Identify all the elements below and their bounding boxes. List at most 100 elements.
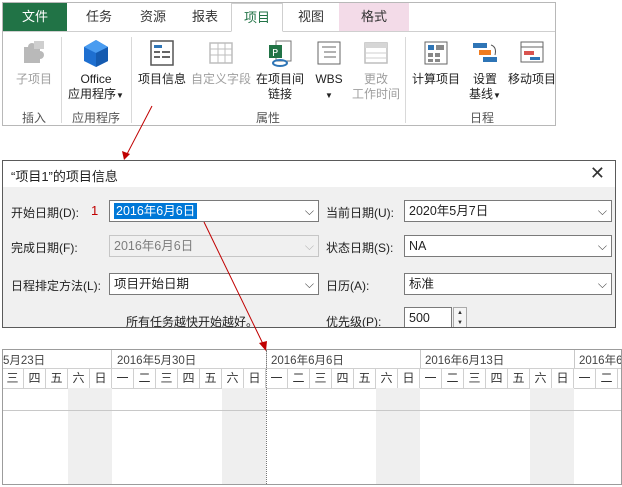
week-label: 2016年6月6日 bbox=[271, 355, 344, 367]
tab-format[interactable]: 格式 bbox=[339, 3, 409, 31]
chevron-down-icon[interactable]: ⌵ bbox=[598, 236, 607, 256]
day-cell: 四 bbox=[332, 368, 354, 388]
dialog-body: 开始日期(D): 1 2016年6月6日 ⌵ 完成日期(F): 2016年6月6… bbox=[3, 187, 615, 328]
group-divider bbox=[405, 37, 406, 123]
day-cell: 一 bbox=[420, 368, 442, 388]
weekend-column bbox=[244, 388, 266, 484]
week-label: 2016年6 bbox=[579, 355, 622, 367]
day-cell: 日 bbox=[552, 368, 574, 388]
calculator-icon bbox=[424, 41, 448, 65]
day-cell: 二 bbox=[442, 368, 464, 388]
day-cell: 二 bbox=[596, 368, 618, 388]
finish-date-field[interactable]: 2016年6月6日 ⌵ bbox=[109, 235, 319, 257]
week-label: 5月23日 bbox=[3, 355, 46, 367]
day-cell: 日 bbox=[244, 368, 266, 388]
day-cell: 六 bbox=[68, 368, 90, 388]
dialog-title: “项目1”的项目信息 bbox=[11, 169, 118, 184]
timescale-week-tier: 5月23日 2016年5月30日 2016年6月6日 2016年6月13日 20… bbox=[3, 350, 621, 369]
group-divider bbox=[131, 37, 132, 123]
day-cell: 四 bbox=[486, 368, 508, 388]
day-cell: 一 bbox=[574, 368, 596, 388]
tab-file[interactable]: 文件 bbox=[3, 3, 67, 31]
ribbon-tab-bar: 文件 任务 资源 报表 项目 视图 格式 bbox=[3, 3, 555, 32]
day-cell: 三 bbox=[156, 368, 178, 388]
wbs-icon bbox=[317, 41, 341, 65]
current-date-field[interactable]: 2020年5月7日 ⌵ bbox=[404, 200, 612, 222]
day-cell: 一 bbox=[112, 368, 134, 388]
chevron-down-icon[interactable]: ⌵ bbox=[305, 201, 314, 221]
links-between-projects-button[interactable]: P 在项目间 链接 bbox=[253, 37, 307, 102]
custom-fields-icon bbox=[209, 42, 233, 64]
priority-label: 优先级(P): bbox=[326, 315, 382, 328]
schedule-note: 所有任务越快开始越好。 bbox=[126, 315, 259, 328]
day-cell: 日 bbox=[398, 368, 420, 388]
group-label-insert: 插入 bbox=[21, 111, 46, 125]
group-label-properties: 属性 bbox=[255, 111, 280, 125]
tab-resource[interactable]: 资源 bbox=[127, 3, 179, 31]
tab-view[interactable]: 视图 bbox=[285, 3, 337, 31]
day-cell: 一 bbox=[266, 368, 288, 388]
grid-row-line bbox=[3, 410, 621, 411]
close-icon[interactable]: ✕ bbox=[590, 163, 605, 184]
chevron-down-icon[interactable]: ⌵ bbox=[305, 274, 314, 294]
weekend-column bbox=[90, 388, 112, 484]
spin-down-icon[interactable]: ▼ bbox=[454, 318, 466, 327]
timescale-day-tier: 三四五六日一二三四五六日一二三四五六日一二三四五六日一二 bbox=[3, 368, 621, 389]
week-divider bbox=[420, 350, 421, 368]
tab-report[interactable]: 报表 bbox=[179, 3, 231, 31]
current-date-label: 当前日期(U): bbox=[326, 206, 394, 220]
calendar-select[interactable]: 标准 ⌵ bbox=[404, 273, 612, 295]
status-date-label: 状态日期(S): bbox=[326, 241, 394, 255]
calendar-icon bbox=[364, 42, 388, 64]
calculate-project-button[interactable]: 计算项目 bbox=[409, 37, 463, 87]
move-project-button[interactable]: 移动项目 bbox=[507, 37, 557, 87]
tab-task[interactable]: 任务 bbox=[73, 3, 125, 31]
arrow-head bbox=[122, 151, 130, 160]
tab-project[interactable]: 项目 bbox=[231, 3, 283, 32]
day-cell: 三 bbox=[464, 368, 486, 388]
subproject-button[interactable]: 子项目 bbox=[9, 37, 59, 87]
project-info-dialog: “项目1”的项目信息 ✕ 开始日期(D): 1 2016年6月6日 ⌵ 完成日期… bbox=[2, 160, 616, 328]
status-date-field[interactable]: NA ⌵ bbox=[404, 235, 612, 257]
chevron-down-icon[interactable]: ⌵ bbox=[598, 274, 607, 294]
priority-spinner[interactable]: ▲ ▼ bbox=[453, 307, 467, 327]
day-cell: 三 bbox=[3, 368, 24, 388]
calendar-label: 日历(A): bbox=[326, 279, 370, 293]
chevron-down-icon: ⌵ bbox=[304, 239, 314, 253]
finish-date-label: 完成日期(F): bbox=[11, 241, 78, 255]
wbs-button[interactable]: WBS ▼ bbox=[307, 37, 351, 103]
schedule-from-select[interactable]: 项目开始日期 ⌵ bbox=[109, 273, 319, 295]
project-start-line bbox=[266, 350, 267, 484]
custom-fields-button[interactable]: 自定义字段 bbox=[189, 37, 253, 87]
group-divider bbox=[61, 37, 62, 123]
day-cell: 六 bbox=[530, 368, 552, 388]
week-divider bbox=[574, 350, 575, 368]
group-label-schedule: 日程 bbox=[469, 111, 494, 125]
puzzle-icon bbox=[24, 41, 44, 63]
week-label: 2016年6月13日 bbox=[425, 355, 505, 367]
chevron-down-icon: ▼ bbox=[325, 91, 333, 100]
week-divider bbox=[111, 350, 112, 368]
office-apps-icon bbox=[84, 40, 108, 67]
move-project-icon bbox=[520, 41, 544, 63]
start-date-field[interactable]: 2016年6月6日 ⌵ bbox=[109, 200, 319, 222]
start-date-label: 开始日期(D): bbox=[11, 206, 79, 220]
day-cell: 日 bbox=[90, 368, 112, 388]
change-working-time-button[interactable]: 更改 工作时间 bbox=[349, 37, 403, 102]
day-cell: 二 bbox=[288, 368, 310, 388]
ribbon: 文件 任务 资源 报表 项目 视图 格式 子项目 Office 应用程序▼ 项目… bbox=[2, 2, 556, 126]
gantt-timescale: 5月23日 2016年5月30日 2016年6月6日 2016年6月13日 20… bbox=[2, 349, 622, 485]
chevron-down-icon[interactable]: ⌵ bbox=[598, 201, 607, 221]
day-cell: 四 bbox=[178, 368, 200, 388]
day-cell: 四 bbox=[24, 368, 46, 388]
day-cell: 五 bbox=[354, 368, 376, 388]
priority-field[interactable]: 500 bbox=[404, 307, 452, 327]
office-apps-button[interactable]: Office 应用程序▼ bbox=[65, 37, 127, 103]
project-info-button[interactable]: 项目信息 bbox=[135, 37, 189, 87]
day-cell: 五 bbox=[46, 368, 68, 388]
links-icon: P bbox=[269, 40, 292, 67]
set-baseline-button[interactable]: 设置 基线▼ bbox=[463, 37, 507, 103]
weekend-column bbox=[68, 388, 90, 484]
spin-up-icon[interactable]: ▲ bbox=[454, 308, 466, 318]
group-label-apps: 应用程序 bbox=[71, 111, 120, 125]
